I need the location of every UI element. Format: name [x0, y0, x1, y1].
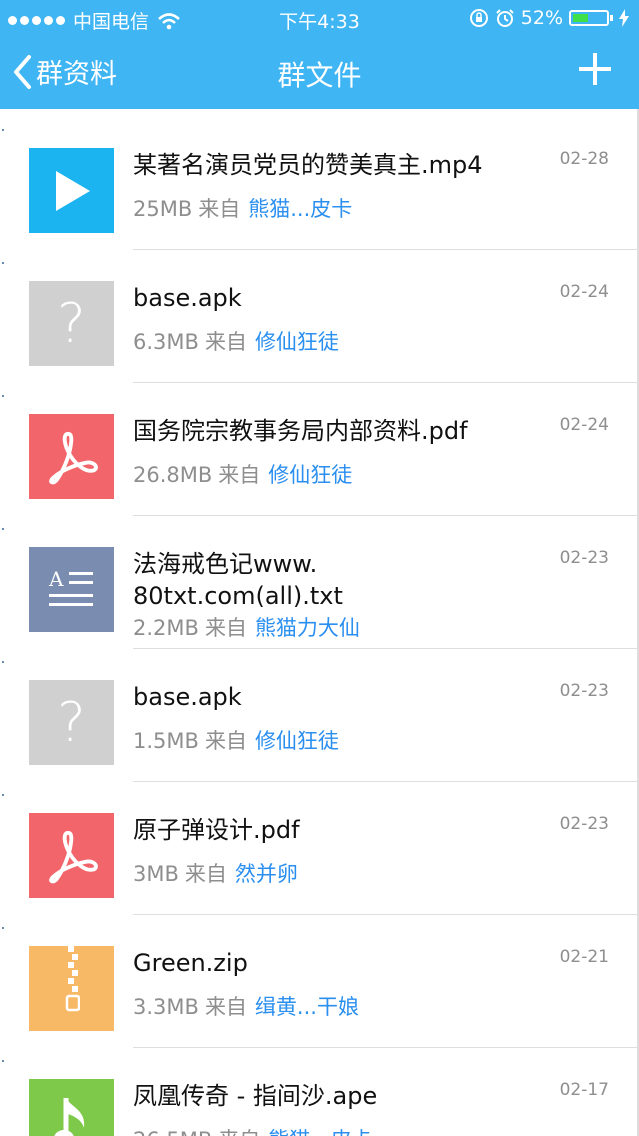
video-icon	[29, 148, 114, 233]
uploader-link[interactable]: 修仙狂徒	[255, 729, 339, 753]
zip-icon	[29, 946, 114, 1031]
row-marker	[2, 262, 4, 264]
uploader-link[interactable]: 修仙狂徒	[268, 463, 352, 487]
uploader-link[interactable]: 修仙狂徒	[255, 330, 339, 354]
add-button[interactable]	[577, 51, 613, 87]
file-name: 某著名演员党员的赞美真主.mp4	[133, 151, 483, 179]
file-size: 26.8MB	[133, 463, 213, 487]
from-label: 来自	[184, 862, 227, 886]
file-name: base.apk	[133, 683, 242, 711]
file-meta: 26.8MB 来自 修仙狂徒	[133, 459, 352, 489]
unknown-file-icon: ?	[29, 281, 114, 366]
charging-icon	[619, 9, 629, 27]
file-name: 国务院宗教事务局内部资料.pdf	[133, 417, 468, 445]
file-date: 02-23	[559, 548, 609, 568]
from-label: 来自	[204, 995, 247, 1019]
top-bar: 中国电信 下午4:33 52% 群资料 群文件	[0, 0, 639, 109]
row-marker	[2, 129, 4, 131]
file-size: 3.3MB	[133, 995, 199, 1019]
uploader-link[interactable]: 然并卵	[235, 862, 298, 886]
from-label: 来自	[204, 729, 247, 753]
battery-icon	[569, 10, 609, 26]
from-label: 来自	[204, 330, 247, 354]
row-marker	[2, 395, 4, 397]
pdf-icon	[29, 813, 114, 898]
file-date: 02-21	[559, 947, 609, 967]
music-icon	[29, 1079, 114, 1136]
file-list-item[interactable]: ? base.apk 1.5MB 来自 修仙狂徒 02-23	[0, 649, 639, 782]
file-meta: 6.3MB 来自 修仙狂徒	[133, 326, 339, 356]
file-size: 6.3MB	[133, 330, 199, 354]
from-label: 来自	[218, 1128, 260, 1136]
file-size: 3MB	[133, 862, 179, 886]
file-name: 凤凰传奇 - 指间沙.ape	[133, 1082, 378, 1110]
file-date: 02-17	[559, 1080, 609, 1100]
file-list-item[interactable]: ? base.apk 6.3MB 来自 修仙狂徒 02-24	[0, 250, 639, 383]
file-date: 02-23	[559, 814, 609, 834]
from-label: 来自	[218, 463, 261, 487]
file-name: Green.zip	[133, 949, 248, 977]
from-label: 来自	[198, 197, 241, 221]
uploader-link[interactable]: 熊猫...皮卡	[248, 197, 352, 221]
file-size: 2.2MB	[133, 616, 199, 640]
file-name: 原子弹设计.pdf	[133, 816, 300, 844]
file-list: 某著名演员党员的赞美真主.mp4 25MB 来自 熊猫...皮卡 02-28? base.…	[0, 109, 639, 1136]
alarm-icon	[496, 9, 514, 27]
pdf-icon	[29, 414, 114, 499]
file-list-item[interactable]: Green.zip 3.3MB 来自 缉黄...干娘 02-21	[0, 915, 639, 1048]
file-meta: 3.3MB 来自 缉黄...干娘	[133, 991, 359, 1021]
file-meta: 25MB 来自 熊猫...皮卡	[133, 193, 352, 223]
file-date: 02-24	[559, 415, 609, 435]
uploader-link[interactable]: 熊猫...皮卡	[268, 1128, 372, 1136]
page-title: 群文件	[277, 59, 362, 92]
file-size: 26.5MB	[133, 1128, 212, 1136]
svg-text:A: A	[48, 567, 64, 591]
status-bar: 中国电信 下午4:33 52%	[0, 0, 639, 36]
file-meta: 26.5MB 来自熊猫...皮卡	[133, 1124, 372, 1136]
text-file-icon: A	[29, 547, 114, 632]
row-marker	[2, 794, 4, 796]
file-meta: 1.5MB 来自 修仙狂徒	[133, 725, 339, 755]
file-meta: 3MB 来自 然并卵	[133, 858, 298, 888]
row-marker	[2, 927, 4, 929]
file-date: 02-24	[559, 282, 609, 302]
row-marker	[2, 661, 4, 663]
file-list-item[interactable]: 国务院宗教事务局内部资料.pdf 26.8MB 来自 修仙狂徒 02-24	[0, 383, 639, 516]
file-list-item[interactable]: A 法海戒色记www. 80txt.com(all).txt 2.2MB 来自 熊猫力大…	[0, 516, 639, 649]
file-date: 02-28	[559, 149, 609, 169]
file-list-item[interactable]: 凤凰传奇 - 指间沙.ape 26.5MB 来自熊猫...皮卡 02-17	[0, 1048, 639, 1136]
unknown-file-icon: ?	[29, 680, 114, 765]
file-list-item[interactable]: 原子弹设计.pdf 3MB 来自 然并卵 02-23	[0, 782, 639, 915]
row-marker	[2, 528, 4, 530]
rotation-lock-icon	[469, 9, 488, 27]
from-label: 来自	[204, 616, 247, 640]
file-name: base.apk	[133, 284, 242, 312]
uploader-link[interactable]: 缉黄...干娘	[255, 995, 359, 1019]
uploader-link[interactable]: 熊猫力大仙	[255, 616, 360, 640]
file-meta: 2.2MB 来自 熊猫力大仙	[133, 612, 360, 642]
battery-percent: 52%	[520, 7, 563, 29]
file-list-item[interactable]: 某著名演员党员的赞美真主.mp4 25MB 来自 熊猫...皮卡 02-28	[0, 117, 639, 250]
file-name: 法海戒色记www. 80txt.com(all).txt	[133, 550, 343, 610]
navigation-bar: 群资料 群文件	[0, 36, 639, 109]
file-size: 1.5MB	[133, 729, 199, 753]
row-marker	[2, 1060, 4, 1062]
file-date: 02-23	[559, 681, 609, 701]
file-size: 25MB	[133, 197, 193, 221]
